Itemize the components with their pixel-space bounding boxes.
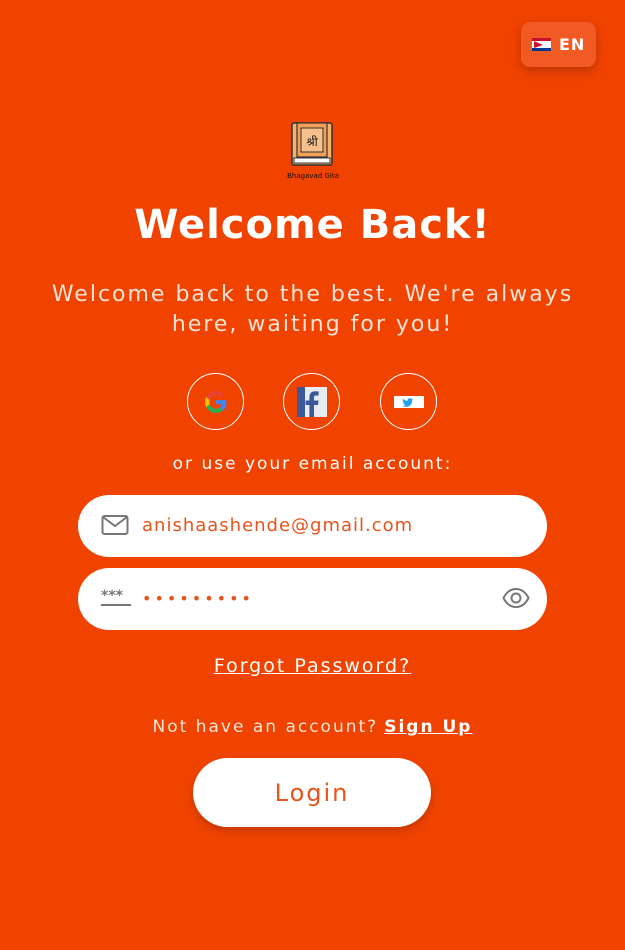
twitter-icon	[393, 395, 424, 408]
language-label: EN	[559, 35, 586, 54]
email-field[interactable]	[78, 495, 547, 557]
forgot-password-link[interactable]: Forgot Password?	[214, 655, 411, 677]
signup-prompt: Not have an account?	[152, 717, 379, 737]
logo-text: Bhagavad Gita	[287, 172, 339, 180]
svg-text:***: ***	[101, 588, 124, 604]
login-button[interactable]: Login	[193, 758, 431, 827]
google-icon	[204, 390, 226, 413]
language-selector[interactable]: EN	[521, 22, 596, 67]
email-input[interactable]	[142, 507, 502, 543]
signup-row: Not have an account? Sign Up	[0, 717, 625, 737]
password-field[interactable]: ***	[78, 568, 547, 630]
password-input[interactable]	[142, 580, 502, 616]
password-icon: ***	[101, 588, 131, 606]
mail-icon	[101, 515, 129, 535]
nepal-flag-icon	[532, 38, 551, 51]
forgot-password-row: Forgot Password?	[0, 655, 625, 677]
twitter-login-button[interactable]	[380, 373, 437, 430]
logo-symbol: श्री	[306, 135, 318, 149]
app-logo: श्री Bhagavad Gita	[280, 120, 346, 184]
page-title: Welcome Back!	[134, 202, 491, 248]
page-subtitle: Welcome back to the best. We're always h…	[51, 282, 574, 337]
facebook-login-button[interactable]	[283, 373, 340, 430]
facebook-icon	[296, 386, 327, 417]
eye-icon[interactable]	[502, 586, 530, 610]
signup-link[interactable]: Sign Up	[384, 717, 472, 737]
gita-book-icon: श्री	[291, 122, 333, 166]
google-login-button[interactable]	[187, 373, 244, 430]
alternative-login-label: or use your email account:	[172, 454, 453, 474]
